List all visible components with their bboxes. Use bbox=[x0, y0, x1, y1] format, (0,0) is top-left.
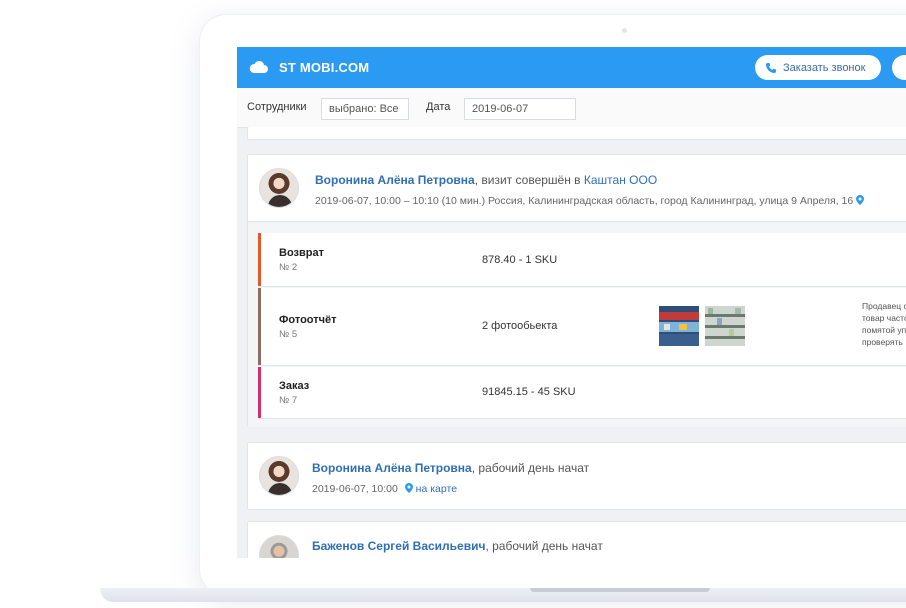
map-pin-icon bbox=[404, 483, 413, 493]
camera-dot bbox=[622, 28, 627, 33]
employee-name-link[interactable]: Воронина Алёна Петровна bbox=[312, 461, 472, 475]
document-value: 91845.15 - 45 SKU bbox=[482, 386, 576, 398]
document-number: № 2 bbox=[279, 262, 298, 273]
photo-thumbnail[interactable] bbox=[705, 306, 745, 346]
document-row-order[interactable]: Заказ № 7 91845.15 - 45 SKU bbox=[258, 367, 906, 419]
status-bar bbox=[258, 233, 261, 286]
document-title: Фотоотчёт bbox=[279, 314, 337, 326]
event-text: , рабочий день начат bbox=[485, 539, 603, 553]
document-value: 2 фотообьекта bbox=[482, 320, 558, 332]
visit-meta: 2019-06-07, 10:00 – 10:10 (10 мин.) Росс… bbox=[315, 195, 865, 207]
document-number: № 7 bbox=[279, 395, 298, 406]
employees-select[interactable]: выбрано: Все bbox=[321, 98, 409, 120]
document-title: Возврат bbox=[279, 247, 324, 259]
date-label: Дата bbox=[426, 101, 451, 113]
secondary-header-button[interactable] bbox=[892, 55, 906, 80]
event-text: , рабочий день начат bbox=[471, 461, 590, 475]
employee-name-link[interactable]: Воронина Алёна Петровна bbox=[315, 173, 475, 187]
employees-label: Сотрудники bbox=[247, 101, 307, 113]
app-screen: ST MOBI.COM Заказать звонок Сотрудники в… bbox=[237, 47, 906, 558]
document-title: Заказ bbox=[279, 380, 310, 392]
document-number: № 5 bbox=[279, 329, 298, 340]
phone-icon bbox=[766, 62, 776, 73]
avatar[interactable] bbox=[259, 168, 299, 208]
workday-time: 2019-06-07, 10:00 bbox=[312, 483, 398, 495]
order-call-button[interactable]: Заказать звонок bbox=[755, 55, 881, 80]
employee-name-link[interactable]: Баженов Сергей Васильевич bbox=[312, 539, 485, 553]
workday-headline: Баженов Сергей Васильевич, рабочий день … bbox=[312, 537, 603, 555]
document-row-photo-report[interactable]: Фотоотчёт № 5 2 фотообьекта Продавец с т… bbox=[258, 288, 906, 366]
avatar[interactable] bbox=[259, 456, 299, 496]
event-text: , визит совершён в bbox=[474, 173, 584, 187]
workday-card: Воронина Алёна Петровна, рабочий день на… bbox=[247, 442, 906, 510]
filter-bar: Сотрудники выбрано: Все Дата 2019-06-07 bbox=[237, 88, 906, 128]
workday-card-2: Баженов Сергей Васильевич, рабочий день … bbox=[247, 521, 906, 558]
order-call-label: Заказать звонок bbox=[783, 61, 866, 74]
on-map-link[interactable]: на карте bbox=[416, 483, 457, 495]
photo-thumbnail[interactable] bbox=[659, 306, 699, 346]
store-link[interactable]: Каштан ООО bbox=[584, 173, 657, 187]
visit-headline: Воронина Алёна Петровна, визит совершён … bbox=[315, 171, 657, 189]
map-pin-icon[interactable] bbox=[856, 195, 865, 205]
document-value: 878.40 - 1 SKU bbox=[482, 254, 558, 266]
comment-text: Продавец с товар часто помятой уп провер… bbox=[862, 301, 906, 347]
previous-card-edge bbox=[247, 127, 906, 140]
workday-headline: Воронина Алёна Петровна, рабочий день на… bbox=[312, 459, 589, 477]
visit-meta-text: 2019-06-07, 10:00 – 10:10 (10 мин.) Росс… bbox=[315, 195, 854, 207]
workday-meta: 2019-06-07, 10:00 на карте bbox=[312, 483, 457, 495]
laptop-base bbox=[100, 588, 906, 602]
status-bar bbox=[258, 288, 261, 365]
brand-name[interactable]: ST MOBI.COM bbox=[279, 60, 369, 75]
avatar[interactable] bbox=[259, 535, 299, 558]
top-bar: ST MOBI.COM Заказать звонок bbox=[237, 47, 906, 88]
status-bar bbox=[258, 367, 261, 418]
cloud-icon bbox=[249, 60, 268, 73]
document-row-return[interactable]: Возврат № 2 878.40 - 1 SKU bbox=[258, 233, 906, 287]
date-input[interactable]: 2019-06-07 bbox=[464, 98, 576, 120]
laptop-notch bbox=[530, 588, 710, 592]
